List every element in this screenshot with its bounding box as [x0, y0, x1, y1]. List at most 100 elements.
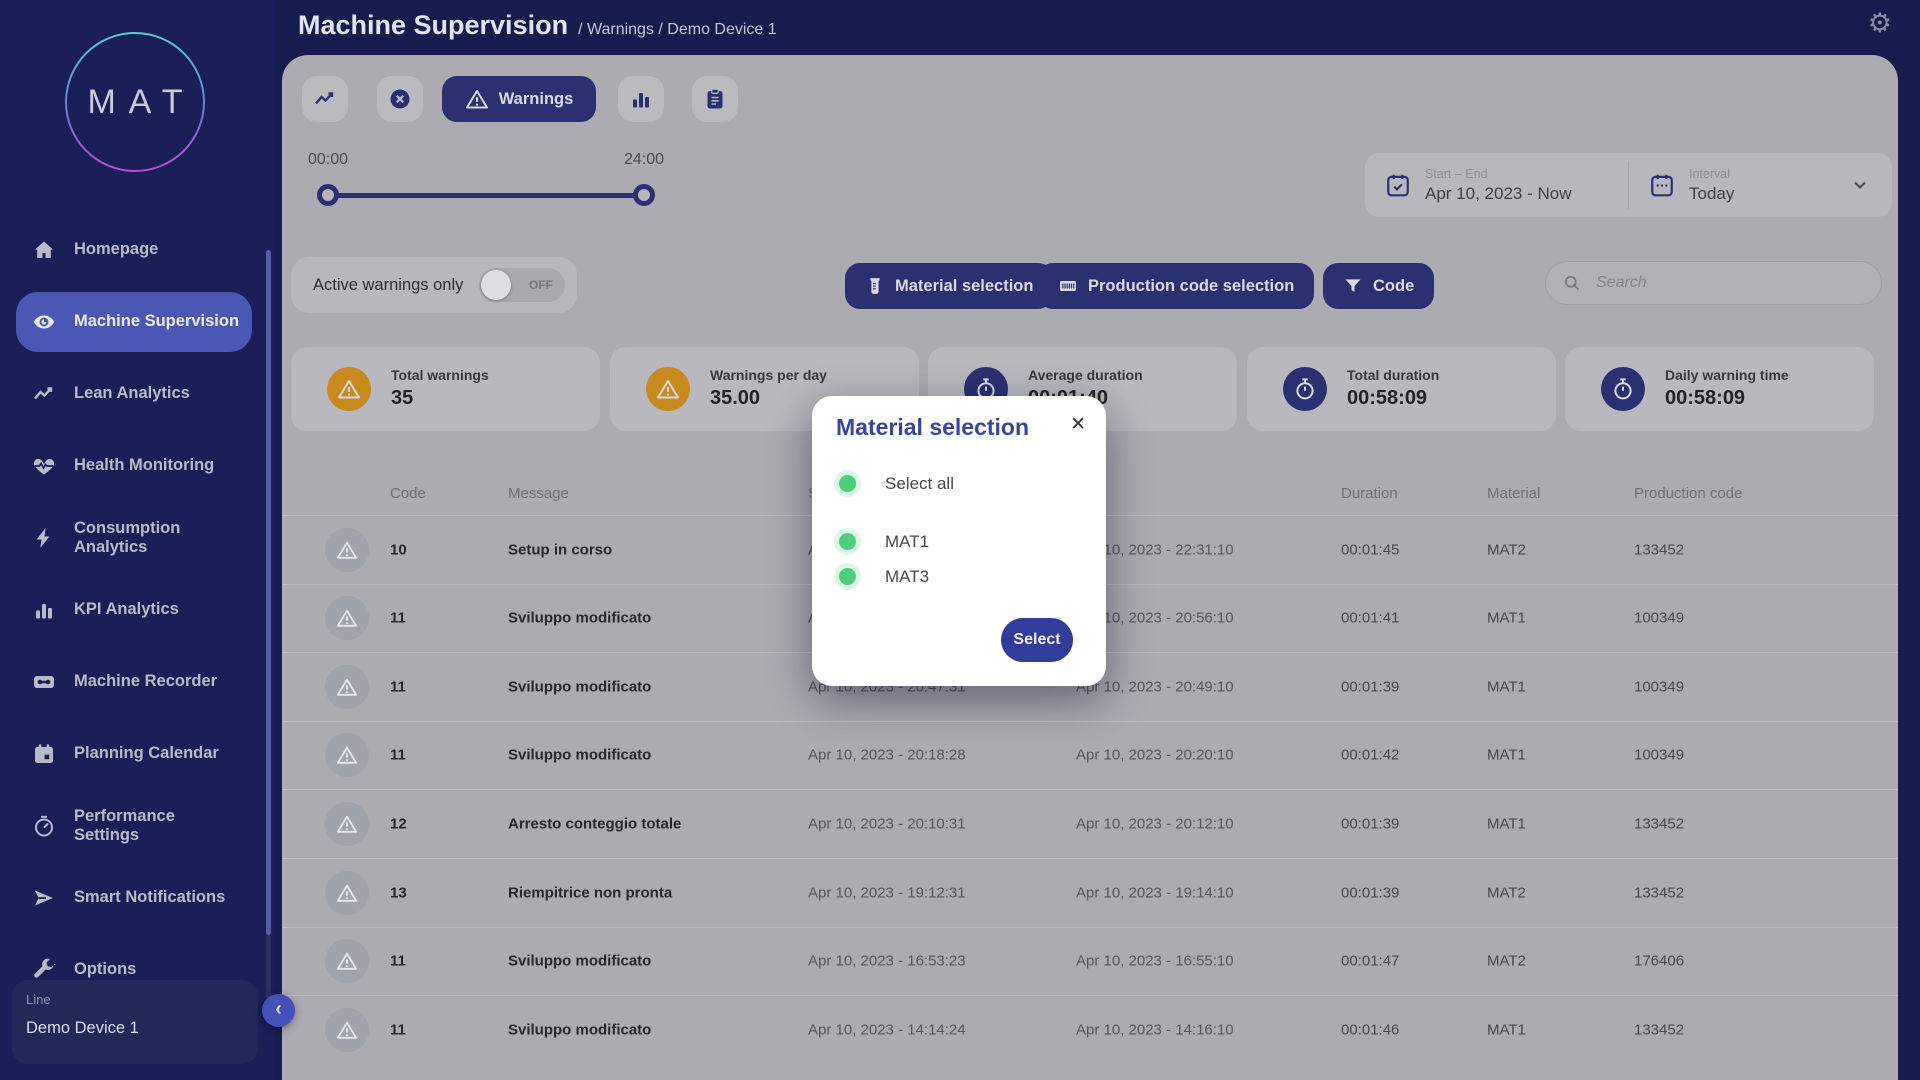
filter-button-label: Code: [1373, 277, 1414, 296]
trend-icon: [32, 382, 56, 406]
table-row[interactable]: 13Riempitrice non prontaApr 10, 2023 - 1…: [282, 858, 1898, 926]
close-icon[interactable]: ✕: [1070, 413, 1086, 436]
cell-code: 11: [390, 953, 406, 970]
code-button[interactable]: Code: [1323, 263, 1434, 309]
cell-material: MAT2: [1487, 541, 1526, 558]
tab-report[interactable]: [692, 76, 738, 122]
cell-material: MAT1: [1487, 1021, 1526, 1038]
modal-option-mat3[interactable]: MAT3: [834, 563, 929, 590]
sidebar-item-health-monitoring[interactable]: Health Monitoring: [16, 436, 252, 496]
calendar-icon: [1649, 172, 1675, 198]
breadcrumb-item[interactable]: Warnings: [587, 21, 654, 38]
sidebar-item-label: Options: [74, 960, 244, 979]
cell-code: 13: [390, 884, 407, 901]
tab-trend-chart[interactable]: [302, 76, 348, 122]
stopwatch-icon: [1283, 367, 1327, 411]
cell-end: Apr 10, 2023 - 14:16:10: [1076, 1021, 1234, 1038]
checkbox-checked-icon[interactable]: [834, 563, 861, 590]
sidebar-item-smart-notifications[interactable]: Smart Notifications: [16, 868, 252, 928]
bars-icon: [32, 598, 56, 622]
checkbox-checked-icon[interactable]: [834, 528, 861, 555]
chevron-down-icon[interactable]: [1850, 175, 1870, 195]
modal-option-mat1[interactable]: MAT1: [834, 528, 929, 555]
filter-button-label: Production code selection: [1088, 277, 1294, 296]
interval-picker[interactable]: Interval Today: [1629, 153, 1892, 217]
sidebar-collapse-button[interactable]: ‹: [262, 994, 295, 1027]
breadcrumb-separator: /: [578, 21, 587, 38]
stat-card-total-warnings: Total warnings35: [291, 347, 600, 431]
tab-analytics[interactable]: [618, 76, 664, 122]
settings-gear-icon[interactable]: ⚙: [1868, 8, 1892, 39]
cell-end: Apr 10, 2023 - 19:14:10: [1076, 884, 1234, 901]
bolt-icon: [32, 526, 56, 550]
sidebar-item-machine-recorder[interactable]: Machine Recorder: [16, 652, 252, 712]
warning-icon: [325, 733, 369, 777]
checkbox-dot: [839, 533, 856, 550]
checkbox-checked-icon[interactable]: [834, 470, 861, 497]
cell-code: 11: [390, 1021, 406, 1038]
breadcrumb-trail: / Warnings / Demo Device 1: [578, 21, 777, 39]
sidebar-item-lean-analytics[interactable]: Lean Analytics: [16, 364, 252, 424]
table-row[interactable]: 11Sviluppo modificatoApr 10, 2023 - 20:1…: [282, 721, 1898, 789]
sidebar-item-label: Consumption Analytics: [74, 519, 244, 558]
date-filter-card: Start – End Apr 10, 2023 - Now Interval …: [1365, 153, 1892, 217]
slider-start-label: 00:00: [298, 151, 358, 169]
table-row[interactable]: 11Sviluppo modificatoApr 10, 2023 - 14:1…: [282, 995, 1898, 1063]
cell-production-code: 133452: [1634, 541, 1684, 558]
warning-icon: [327, 367, 371, 411]
table-row[interactable]: 12Arresto conteggio totaleApr 10, 2023 -…: [282, 789, 1898, 857]
cell-material: MAT2: [1487, 884, 1526, 901]
cell-message: Sviluppo modificato: [508, 678, 651, 695]
cell-duration: 00:01:42: [1341, 747, 1399, 764]
heart-icon: [32, 454, 56, 478]
stat-value: 00:58:09: [1347, 387, 1427, 410]
tab-warnings[interactable]: Warnings: [442, 76, 596, 122]
cell-production-code: 133452: [1634, 1021, 1684, 1038]
tab-label: Warnings: [499, 90, 574, 109]
cell-end: Apr 10, 2023 - 20:12:10: [1076, 815, 1234, 832]
sidebar-item-label: KPI Analytics: [74, 600, 244, 619]
active-warnings-card: Active warnings only OFF: [291, 257, 577, 313]
cell-end: Apr 10, 2023 - 20:20:10: [1076, 747, 1234, 764]
column-header-message: Message: [508, 485, 569, 502]
device-card[interactable]: Line Demo Device 1: [12, 980, 258, 1064]
search-input[interactable]: [1596, 274, 1867, 292]
cell-code: 11: [390, 678, 406, 695]
tab-errors[interactable]: [377, 76, 423, 122]
sidebar-scrollbar-thumb[interactable]: [266, 250, 271, 935]
cell-production-code: 100349: [1634, 610, 1684, 627]
sidebar-item-planning-calendar[interactable]: Planning Calendar: [16, 724, 252, 784]
logo-text: MAT: [75, 83, 196, 122]
warning-icon: [325, 528, 369, 572]
sidebar-item-machine-supervision[interactable]: Machine Supervision: [16, 292, 252, 352]
start-end-value: Apr 10, 2023 - Now: [1425, 184, 1571, 204]
cell-start: Apr 10, 2023 - 19:12:31: [808, 884, 966, 901]
select-button[interactable]: Select: [1001, 618, 1073, 662]
app-screen: Machine Supervision / Warnings / Demo De…: [0, 0, 1920, 1080]
sidebar-item-kpi-analytics[interactable]: KPI Analytics: [16, 580, 252, 640]
cell-duration: 00:01:46: [1341, 1021, 1399, 1038]
modal-option-select-all[interactable]: Select all: [834, 470, 954, 497]
modal-title: Material selection: [836, 414, 1029, 441]
production-code-selection-button[interactable]: Production code selection: [1038, 263, 1314, 309]
material-selection-button[interactable]: Material selection: [845, 263, 1053, 309]
time-range-slider[interactable]: [328, 193, 644, 198]
modal-option-label: Select all: [885, 474, 954, 494]
breadcrumb-item[interactable]: Demo Device 1: [667, 21, 776, 38]
sidebar-item-homepage[interactable]: Homepage: [16, 220, 252, 280]
warning-icon: [646, 367, 690, 411]
sidebar-item-consumption-analytics[interactable]: Consumption Analytics: [16, 508, 252, 568]
table-row[interactable]: 11Sviluppo modificatoApr 10, 2023 - 16:5…: [282, 927, 1898, 995]
sidebar-item-label: Machine Supervision: [74, 312, 244, 331]
start-end-picker[interactable]: Start – End Apr 10, 2023 - Now: [1365, 153, 1628, 217]
stat-value: 35.00: [710, 387, 760, 410]
cell-duration: 00:01:47: [1341, 953, 1399, 970]
slider-handle-start[interactable]: [317, 184, 339, 206]
search-box: [1545, 261, 1882, 305]
page-title: Machine Supervision: [298, 10, 568, 41]
sidebar-item-label: Homepage: [74, 240, 244, 259]
active-warnings-toggle[interactable]: OFF: [479, 268, 565, 302]
sidebar-item-performance-settings[interactable]: Performance Settings: [16, 796, 252, 856]
slider-handle-end[interactable]: [633, 184, 655, 206]
toggle-state-label: OFF: [529, 278, 553, 292]
